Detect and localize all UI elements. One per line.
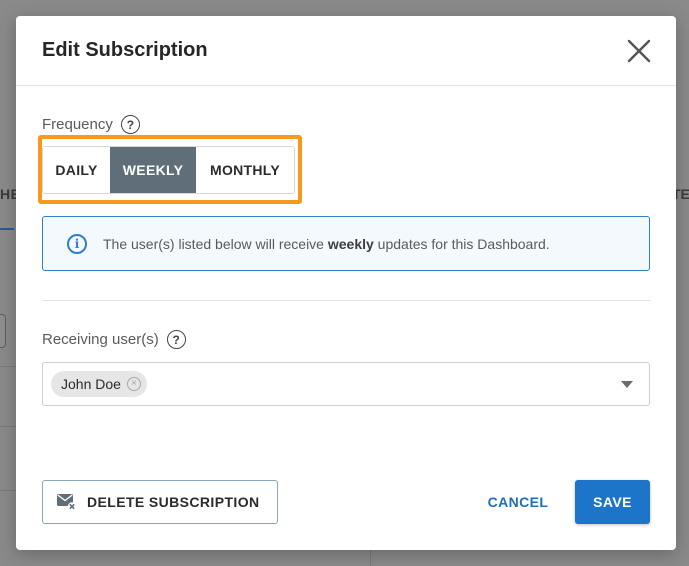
frequency-label: Frequency [42,116,113,133]
close-button[interactable] [624,36,654,66]
remove-user-icon[interactable]: × [126,377,141,391]
receivers-label-row: Receiving user(s) ? [42,330,186,349]
frequency-monthly-button[interactable]: MONTHLY [196,147,294,193]
delete-subscription-label: DELETE SUBSCRIPTION [87,494,260,510]
background-tab-indicator [0,228,14,230]
receiving-users-select[interactable]: John Doe × [42,362,650,406]
help-icon[interactable]: ? [166,330,186,349]
frequency-daily-button[interactable]: DAILY [43,147,110,193]
frequency-label-row: Frequency ? [42,115,140,134]
info-frequency: weekly [327,235,374,252]
close-icon [627,39,651,63]
info-banner: i The user(s) listed below will receive … [42,216,650,271]
help-icon[interactable]: ? [120,115,140,134]
section-divider [42,300,650,301]
info-icon: i [67,233,87,254]
user-chip: John Doe × [51,371,147,397]
frequency-toggle-group: DAILY WEEKLY MONTHLY [42,146,295,194]
background-divider [0,366,16,367]
edit-subscription-dialog: Edit Subscription Frequency ? DAILY WEEK… [16,16,676,550]
background-divider [370,550,371,566]
delete-subscription-button[interactable]: DELETE SUBSCRIPTION [42,480,278,524]
frequency-weekly-button[interactable]: WEEKLY [110,147,196,193]
receivers-label: Receiving user(s) [42,331,159,348]
background-input [0,314,6,348]
dialog-header: Edit Subscription [16,16,676,86]
background-divider [0,490,16,491]
background-divider [0,426,16,427]
dialog-title: Edit Subscription [42,39,208,61]
save-button[interactable]: SAVE [575,480,650,524]
mail-delete-icon [57,494,77,511]
info-text: The user(s) listed below will receive we… [103,235,550,252]
user-chip-label: John Doe [61,376,121,392]
cancel-button[interactable]: CANCEL [476,480,560,524]
chevron-down-icon[interactable] [621,381,633,388]
